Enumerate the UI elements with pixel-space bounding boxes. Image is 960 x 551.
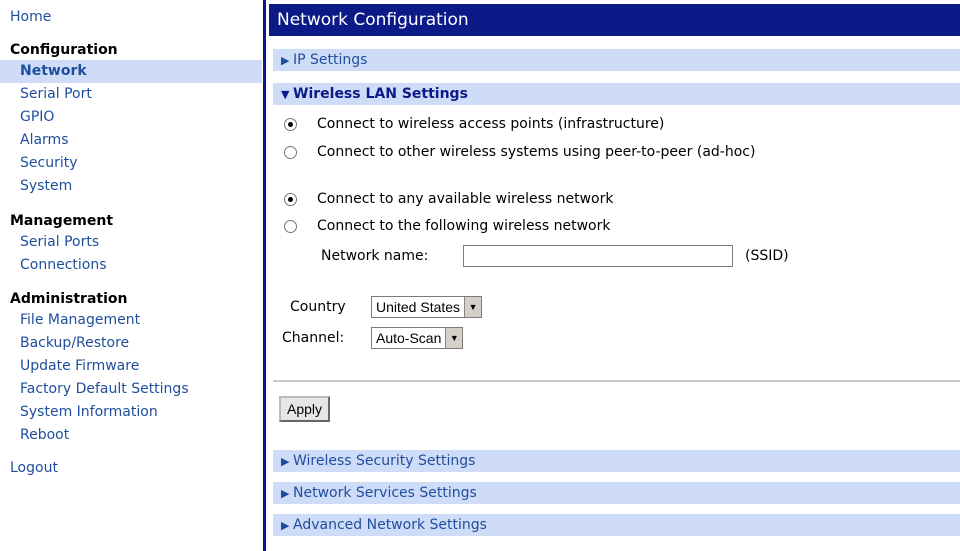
sidebar-item-alarms[interactable]: Alarms	[0, 129, 262, 152]
sidebar-item-factory-default-settings[interactable]: Factory Default Settings	[0, 378, 262, 401]
apply-button[interactable]: Apply	[279, 396, 331, 422]
network-name-input[interactable]	[463, 245, 733, 267]
nav-group-management: Management Serial Ports Connections	[0, 211, 262, 277]
collapsed-sections: ▶ Wireless Security Settings ▶ Network Ser…	[269, 450, 960, 536]
radio-specific-network[interactable]: Connect to the following wireless networ…	[284, 216, 610, 236]
section-label: Network Services Settings	[293, 485, 477, 501]
radio-label: Connect to other wireless systems using …	[317, 144, 756, 160]
network-name-label: Network name:	[321, 248, 429, 264]
country-select-value: United States	[376, 299, 461, 315]
sidebar-item-serial-ports[interactable]: Serial Ports	[0, 231, 262, 254]
page-title: Network Configuration	[269, 4, 960, 36]
section-label: Wireless LAN Settings	[293, 86, 468, 102]
sidebar-item-network[interactable]: Network	[0, 60, 262, 83]
section-label: Wireless Security Settings	[293, 453, 476, 469]
section-advanced-network-settings[interactable]: ▶ Advanced Network Settings	[273, 514, 960, 536]
sidebar-item-gpio[interactable]: GPIO	[0, 106, 262, 129]
separator-line	[273, 380, 960, 382]
sidebar-item-backup-restore[interactable]: Backup/Restore	[0, 332, 262, 355]
channel-select[interactable]: Auto-Scan ▼	[371, 327, 464, 349]
ssid-label: (SSID)	[745, 248, 789, 264]
main-panel: Network Configuration ▶ IP Settings ▼ Wire…	[269, 4, 960, 551]
sidebar-item-update-firmware[interactable]: Update Firmware	[0, 355, 262, 378]
sidebar-divider	[263, 0, 266, 551]
sidebar-item-connections[interactable]: Connections	[0, 254, 262, 277]
section-wireless-lan-settings[interactable]: ▼ Wireless LAN Settings	[273, 83, 960, 105]
sidebar-item-system[interactable]: System	[0, 175, 262, 198]
channel-label: Channel:	[282, 330, 345, 346]
dropdown-arrow-icon: ▼	[445, 328, 463, 348]
sidebar: Home Configuration Network Serial Port G…	[0, 0, 262, 551]
radio-infrastructure[interactable]: Connect to wireless access points (infra…	[284, 114, 664, 134]
home-link[interactable]: Home	[10, 9, 51, 25]
expand-triangle-icon: ▶	[281, 455, 290, 468]
group-title-administration: Administration	[10, 291, 128, 307]
section-label: IP Settings	[293, 52, 368, 68]
radio-button[interactable]	[284, 219, 297, 233]
radio-ad-hoc[interactable]: Connect to other wireless systems using …	[284, 142, 755, 162]
section-wireless-security-settings[interactable]: ▶ Wireless Security Settings	[273, 450, 960, 472]
country-row: Country United States ▼	[290, 296, 483, 318]
radio-button-selected[interactable]	[284, 192, 297, 206]
expand-triangle-icon: ▶	[281, 487, 290, 500]
channel-row: Channel: Auto-Scan ▼	[282, 327, 464, 349]
radio-label: Connect to any available wireless networ…	[317, 191, 614, 207]
country-select[interactable]: United States ▼	[371, 296, 483, 318]
group-title-configuration: Configuration	[10, 42, 118, 58]
nav-group-administration: Administration File Management Backup/Re…	[0, 289, 262, 447]
sidebar-item-reboot[interactable]: Reboot	[0, 424, 262, 447]
nav-group-configuration: Configuration Network Serial Port GPIO A…	[0, 40, 262, 198]
dropdown-arrow-icon: ▼	[464, 297, 482, 317]
channel-select-value: Auto-Scan	[376, 330, 442, 346]
collapse-triangle-icon: ▼	[281, 88, 290, 101]
sidebar-item-system-information[interactable]: System Information	[0, 401, 262, 424]
radio-label: Connect to wireless access points (infra…	[317, 116, 665, 132]
radio-button[interactable]	[284, 145, 297, 159]
sidebar-item-file-management[interactable]: File Management	[0, 309, 262, 332]
section-network-services-settings[interactable]: ▶ Network Services Settings	[273, 482, 960, 504]
group-title-management: Management	[10, 213, 114, 229]
radio-button-selected[interactable]	[284, 117, 297, 131]
logout-link[interactable]: Logout	[10, 460, 58, 476]
sidebar-item-serial-port[interactable]: Serial Port	[0, 83, 262, 106]
sidebar-item-security[interactable]: Security	[0, 152, 262, 175]
expand-triangle-icon: ▶	[281, 54, 290, 67]
radio-any-network[interactable]: Connect to any available wireless networ…	[284, 189, 613, 209]
country-label: Country	[290, 299, 346, 315]
section-label: Advanced Network Settings	[293, 517, 487, 533]
expand-triangle-icon: ▶	[281, 519, 290, 532]
network-name-row: Network name: (SSID)	[321, 245, 789, 267]
section-ip-settings[interactable]: ▶ IP Settings	[273, 49, 960, 71]
radio-label: Connect to the following wireless networ…	[317, 218, 611, 234]
